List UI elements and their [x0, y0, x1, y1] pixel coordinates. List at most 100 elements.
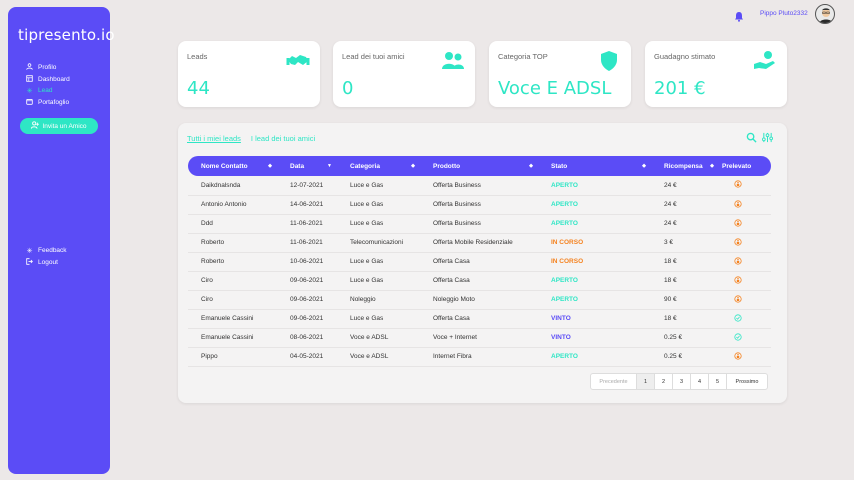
sort-icon: ◆ [529, 163, 533, 169]
logout-icon [25, 258, 34, 267]
cell-reward: 24 € [651, 214, 719, 234]
table-row[interactable]: Emanuele Cassini 09-06-2021 Luce e Gas Offe… [188, 309, 771, 329]
tab-friends-leads[interactable]: I lead dei tuoi amici [251, 134, 315, 143]
table-row[interactable]: Pippo 04-05-2021 Voce e ADSL Internet Fibra… [188, 347, 771, 367]
cell-category: Luce e Gas [337, 176, 420, 196]
cell-reward: 3 € [651, 233, 719, 253]
pagination-prev-button[interactable]: Precedente [591, 374, 637, 389]
search-icon[interactable] [746, 132, 757, 143]
check-circle-icon [719, 309, 771, 329]
cell-reward: 18 € [651, 309, 719, 329]
add-user-icon [31, 121, 40, 131]
coin-icon [719, 195, 771, 215]
sidebar-item-dashboard[interactable]: Dashboard [25, 74, 70, 86]
column-header-category[interactable]: Categoria ◆ [337, 156, 420, 176]
cell-date: 10-06-2021 [277, 252, 337, 272]
leads-panel: Tutti i miei leads I lead dei tuoi amici… [178, 123, 787, 403]
cell-category: Luce e Gas [337, 252, 420, 272]
column-header-product[interactable]: Prodotto ◆ [420, 156, 538, 176]
user-icon [25, 63, 34, 72]
filter-sliders-icon[interactable] [762, 132, 773, 143]
column-header-name[interactable]: Nome Contatto ◆ [188, 156, 277, 176]
asterisk-icon: ✳ [26, 87, 33, 95]
avatar[interactable] [815, 4, 835, 24]
table-row[interactable]: Emanuele Cassini 08-06-2021 Voce e ADSL Voc… [188, 328, 771, 348]
cell-date: 11-06-2021 [277, 233, 337, 253]
card-label: Categoria TOP [498, 52, 548, 61]
stat-card-friends-leads: Lead dei tuoi amici 0 [333, 41, 475, 107]
sidebar-item-portafoglio[interactable]: Portafoglio [25, 97, 70, 109]
cell-date: 09-06-2021 [277, 271, 337, 291]
cell-contact-name: Pippo [188, 347, 277, 367]
user-name[interactable]: Pippo Pluto2332 [760, 10, 808, 17]
pagination-next-button[interactable]: Prossimo [727, 374, 767, 389]
pagination-page-2[interactable]: 2 [655, 374, 673, 389]
pagination-page-4[interactable]: 4 [691, 374, 709, 389]
bell-icon[interactable] [734, 9, 744, 22]
table-row[interactable]: Antonio Antonio 14-06-2021 Luce e Gas Offer… [188, 195, 771, 215]
sidebar-item-lead[interactable]: ✳ Lead [25, 85, 70, 97]
coin-icon [719, 214, 771, 234]
coin-icon [719, 290, 771, 310]
cell-contact-name: Daikdnalsnda [188, 176, 277, 196]
table-row[interactable]: Roberto 11-06-2021 Telecomunicazioni Offert… [188, 233, 771, 253]
card-value: 201 € [654, 78, 706, 99]
sidebar-item-feedback[interactable]: ✳ Feedback [25, 245, 67, 257]
status-badge: APERTO [538, 176, 651, 196]
cell-contact-name: Ciro [188, 290, 277, 310]
cell-contact-name: Roberto [188, 252, 277, 272]
cell-product: Offerta Casa [420, 271, 538, 291]
status-badge: VINTO [538, 328, 651, 348]
column-header-withdrawn[interactable]: Prelevato [719, 156, 771, 176]
sidebar-item-profilo[interactable]: Profilo [25, 62, 70, 74]
cell-contact-name: Ciro [188, 271, 277, 291]
coin-icon [719, 176, 771, 196]
pagination-page-3[interactable]: 3 [673, 374, 691, 389]
pagination: Precedente 1 2 3 4 5 Prossimo [590, 373, 768, 390]
cell-category: Luce e Gas [337, 214, 420, 234]
column-header-date[interactable]: Data ▼ [277, 156, 337, 176]
sidebar-item-logout[interactable]: Logout [25, 257, 67, 269]
status-badge: IN CORSO [538, 252, 651, 272]
table-row[interactable]: Ddd 11-06-2021 Luce e Gas Offerta Business A… [188, 214, 771, 234]
hand-money-icon [754, 51, 775, 69]
app-logo[interactable]: tipresento.io [18, 26, 115, 44]
cell-reward: 18 € [651, 252, 719, 272]
cell-product: Offerta Business [420, 195, 538, 215]
card-value: 0 [342, 78, 354, 99]
sidebar-item-label: Feedback [38, 247, 67, 255]
coin-icon [719, 233, 771, 253]
sort-icon: ◆ [268, 163, 272, 169]
cell-product: Internet Fibra [420, 347, 538, 367]
invite-friend-button[interactable]: Invita un Amico [20, 118, 98, 134]
handshake-icon [286, 55, 310, 65]
table-row[interactable]: Ciro 09-06-2021 Noleggio Noleggio Moto APERT… [188, 290, 771, 310]
pagination-page-5[interactable]: 5 [709, 374, 727, 389]
sidebar-nav: Profilo Dashboard ✳ Lead Portafoglio [25, 62, 70, 108]
cell-category: Luce e Gas [337, 271, 420, 291]
cell-reward: 24 € [651, 176, 719, 196]
table-row[interactable]: Roberto 10-06-2021 Luce e Gas Offerta Casa I… [188, 252, 771, 272]
cell-contact-name: Roberto [188, 233, 277, 253]
cell-reward: 0.25 € [651, 328, 719, 348]
pagination-page-1[interactable]: 1 [637, 374, 655, 389]
table-body: Daikdnalsnda 12-07-2021 Luce e Gas Offerta … [188, 176, 771, 367]
cell-category: Luce e Gas [337, 309, 420, 329]
column-header-status[interactable]: Stato ◆ [538, 156, 651, 176]
card-label: Guadagno stimato [654, 52, 716, 61]
cell-product: Offerta Casa [420, 309, 538, 329]
check-circle-icon [719, 328, 771, 348]
table-row[interactable]: Daikdnalsnda 12-07-2021 Luce e Gas Offerta … [188, 176, 771, 196]
cell-date: 12-07-2021 [277, 176, 337, 196]
tab-my-leads[interactable]: Tutti i miei leads [187, 134, 241, 143]
cell-category: Voce e ADSL [337, 328, 420, 348]
cell-category: Telecomunicazioni [337, 233, 420, 253]
sort-icon: ◆ [411, 163, 415, 169]
cell-date: 09-06-2021 [277, 290, 337, 310]
table-row[interactable]: Ciro 09-06-2021 Luce e Gas Offerta Casa APER… [188, 271, 771, 291]
coin-icon [719, 347, 771, 367]
cell-reward: 0.25 € [651, 347, 719, 367]
stat-card-top-category: Categoria TOP Voce E ADSL [489, 41, 631, 107]
cell-reward: 24 € [651, 195, 719, 215]
column-header-reward[interactable]: Ricompensa ◆ [651, 156, 719, 176]
